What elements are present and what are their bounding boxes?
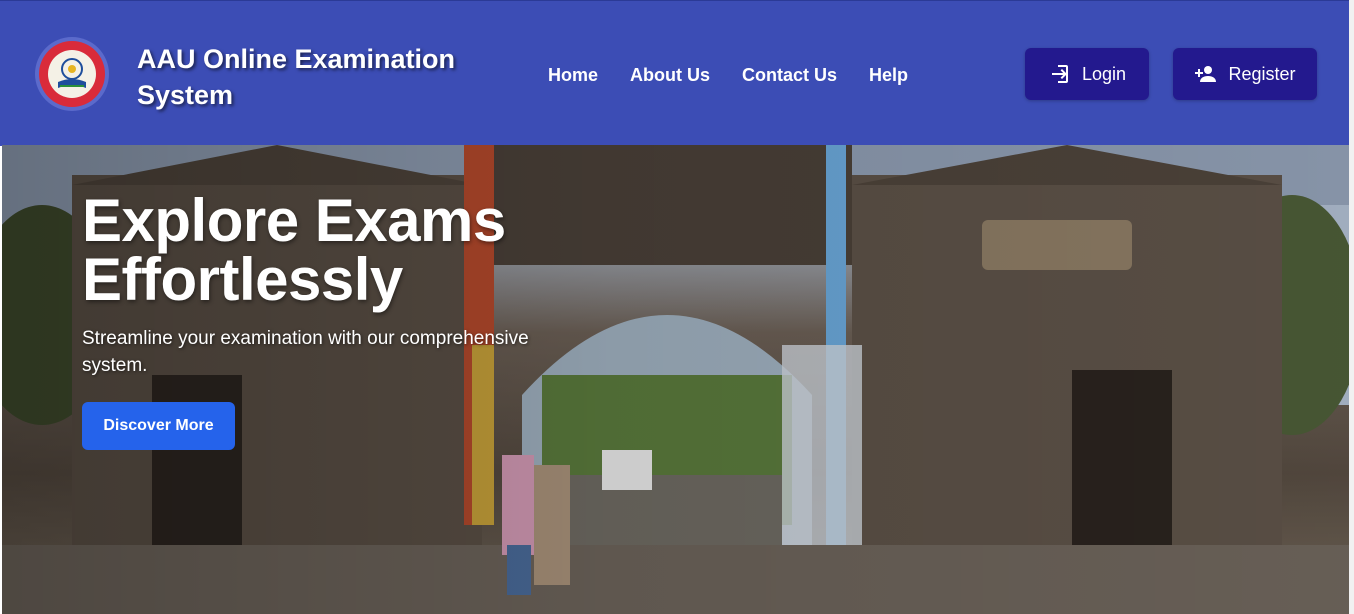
nav-about-us[interactable]: About Us [630, 63, 710, 87]
hero-section: Explore Exams Effortlessly Streamline yo… [2, 145, 1349, 614]
register-label: Register [1228, 63, 1296, 84]
nav-contact-us[interactable]: Contact Us [742, 63, 837, 87]
nav-help[interactable]: Help [869, 63, 908, 87]
hero-title: Explore Exams Effortlessly [82, 187, 506, 313]
site-title[interactable]: AAU Online Examination System [137, 41, 457, 113]
top-header: AAU Online Examination System Home About… [0, 0, 1349, 146]
login-icon [1051, 65, 1068, 83]
nav-home[interactable]: Home [548, 63, 598, 87]
page-scrollbar[interactable] [1349, 0, 1354, 614]
login-label: Login [1081, 63, 1127, 84]
main-nav: Home About Us Contact Us Help [548, 63, 908, 87]
hero-subtitle: Streamline your examination with our com… [82, 328, 529, 376]
register-button[interactable]: Register [1173, 48, 1317, 100]
discover-more-button[interactable]: Discover More [82, 402, 235, 450]
aau-logo-icon[interactable] [34, 36, 110, 112]
add-user-icon [1195, 66, 1217, 82]
login-button[interactable]: Login [1025, 48, 1149, 100]
